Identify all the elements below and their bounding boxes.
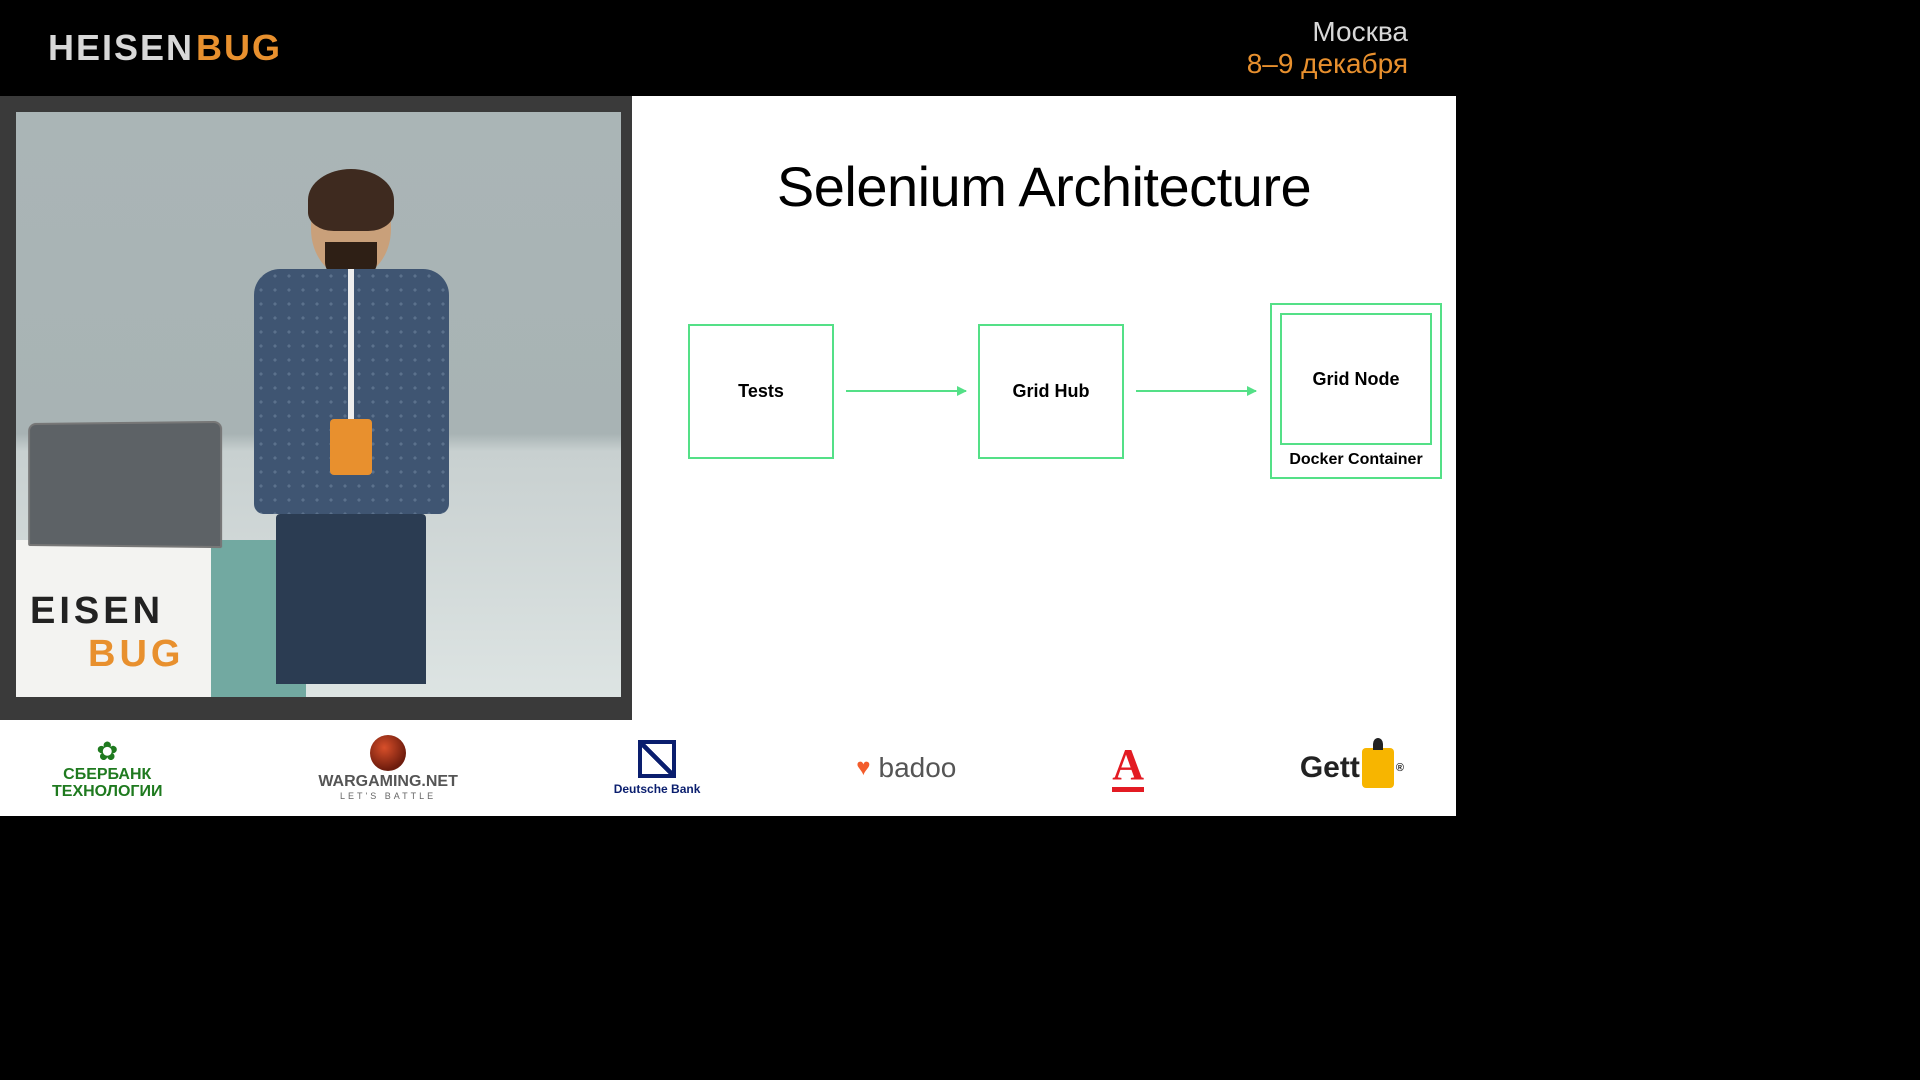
diagram-box-gridnode: Grid Node bbox=[1280, 313, 1432, 445]
diagram-box-gridhub: Grid Hub bbox=[978, 324, 1124, 459]
deutschebank-icon bbox=[638, 740, 676, 778]
sberbank-icon: ✿ bbox=[96, 736, 118, 767]
sponsor-deutschebank: Deutsche Bank bbox=[614, 740, 701, 796]
dates-label: 8–9 декабря bbox=[1247, 48, 1408, 80]
sponsor-gett: Gett ® bbox=[1300, 748, 1404, 788]
slide-pane: Selenium Architecture Tests Grid Hub Gri… bbox=[632, 96, 1456, 720]
arrow-icon bbox=[846, 390, 966, 392]
container-label: Docker Container bbox=[1280, 451, 1432, 469]
sponsor-alfabank: A bbox=[1112, 744, 1144, 793]
sponsor-sberbank: ✿ СБЕРБАНК ТЕХНОЛОГИИ bbox=[52, 736, 162, 801]
heart-icon: ♥ bbox=[856, 754, 870, 782]
speaker-video[interactable]: EISEN BUG bbox=[16, 112, 621, 697]
sponsors-bar: ✿ СБЕРБАНК ТЕХНОЛОГИИ WARGAMING.NET LET'… bbox=[0, 720, 1456, 816]
alfabank-icon: A bbox=[1112, 744, 1144, 793]
conference-logo: HEISEN BUG bbox=[48, 27, 282, 69]
wargaming-icon bbox=[370, 735, 406, 771]
arrow-icon bbox=[1136, 390, 1256, 392]
sponsor-badoo: ♥ badoo bbox=[856, 752, 956, 784]
header-bar: HEISEN BUG Москва 8–9 декабря bbox=[0, 0, 1456, 96]
logo-part-heisen: HEISEN bbox=[48, 27, 194, 69]
architecture-diagram: Tests Grid Hub Grid Node Docker Containe… bbox=[642, 303, 1446, 479]
docker-container-box: Grid Node Docker Container bbox=[1270, 303, 1442, 479]
header-right: Москва 8–9 декабря bbox=[1247, 16, 1408, 80]
gett-icon bbox=[1362, 748, 1394, 788]
sponsor-wargaming: WARGAMING.NET LET'S BATTLE bbox=[318, 735, 458, 801]
main-content: EISEN BUG Selenium Architecture Tests Gr… bbox=[0, 96, 1456, 720]
laptop-icon bbox=[28, 421, 222, 548]
video-pane: EISEN BUG bbox=[0, 96, 632, 720]
podium-logo: EISEN BUG bbox=[30, 590, 184, 676]
slide-title: Selenium Architecture bbox=[642, 154, 1446, 219]
logo-part-bug: BUG bbox=[196, 27, 282, 69]
city-label: Москва bbox=[1247, 16, 1408, 48]
speaker-figure bbox=[251, 177, 451, 697]
diagram-box-tests: Tests bbox=[688, 324, 834, 459]
